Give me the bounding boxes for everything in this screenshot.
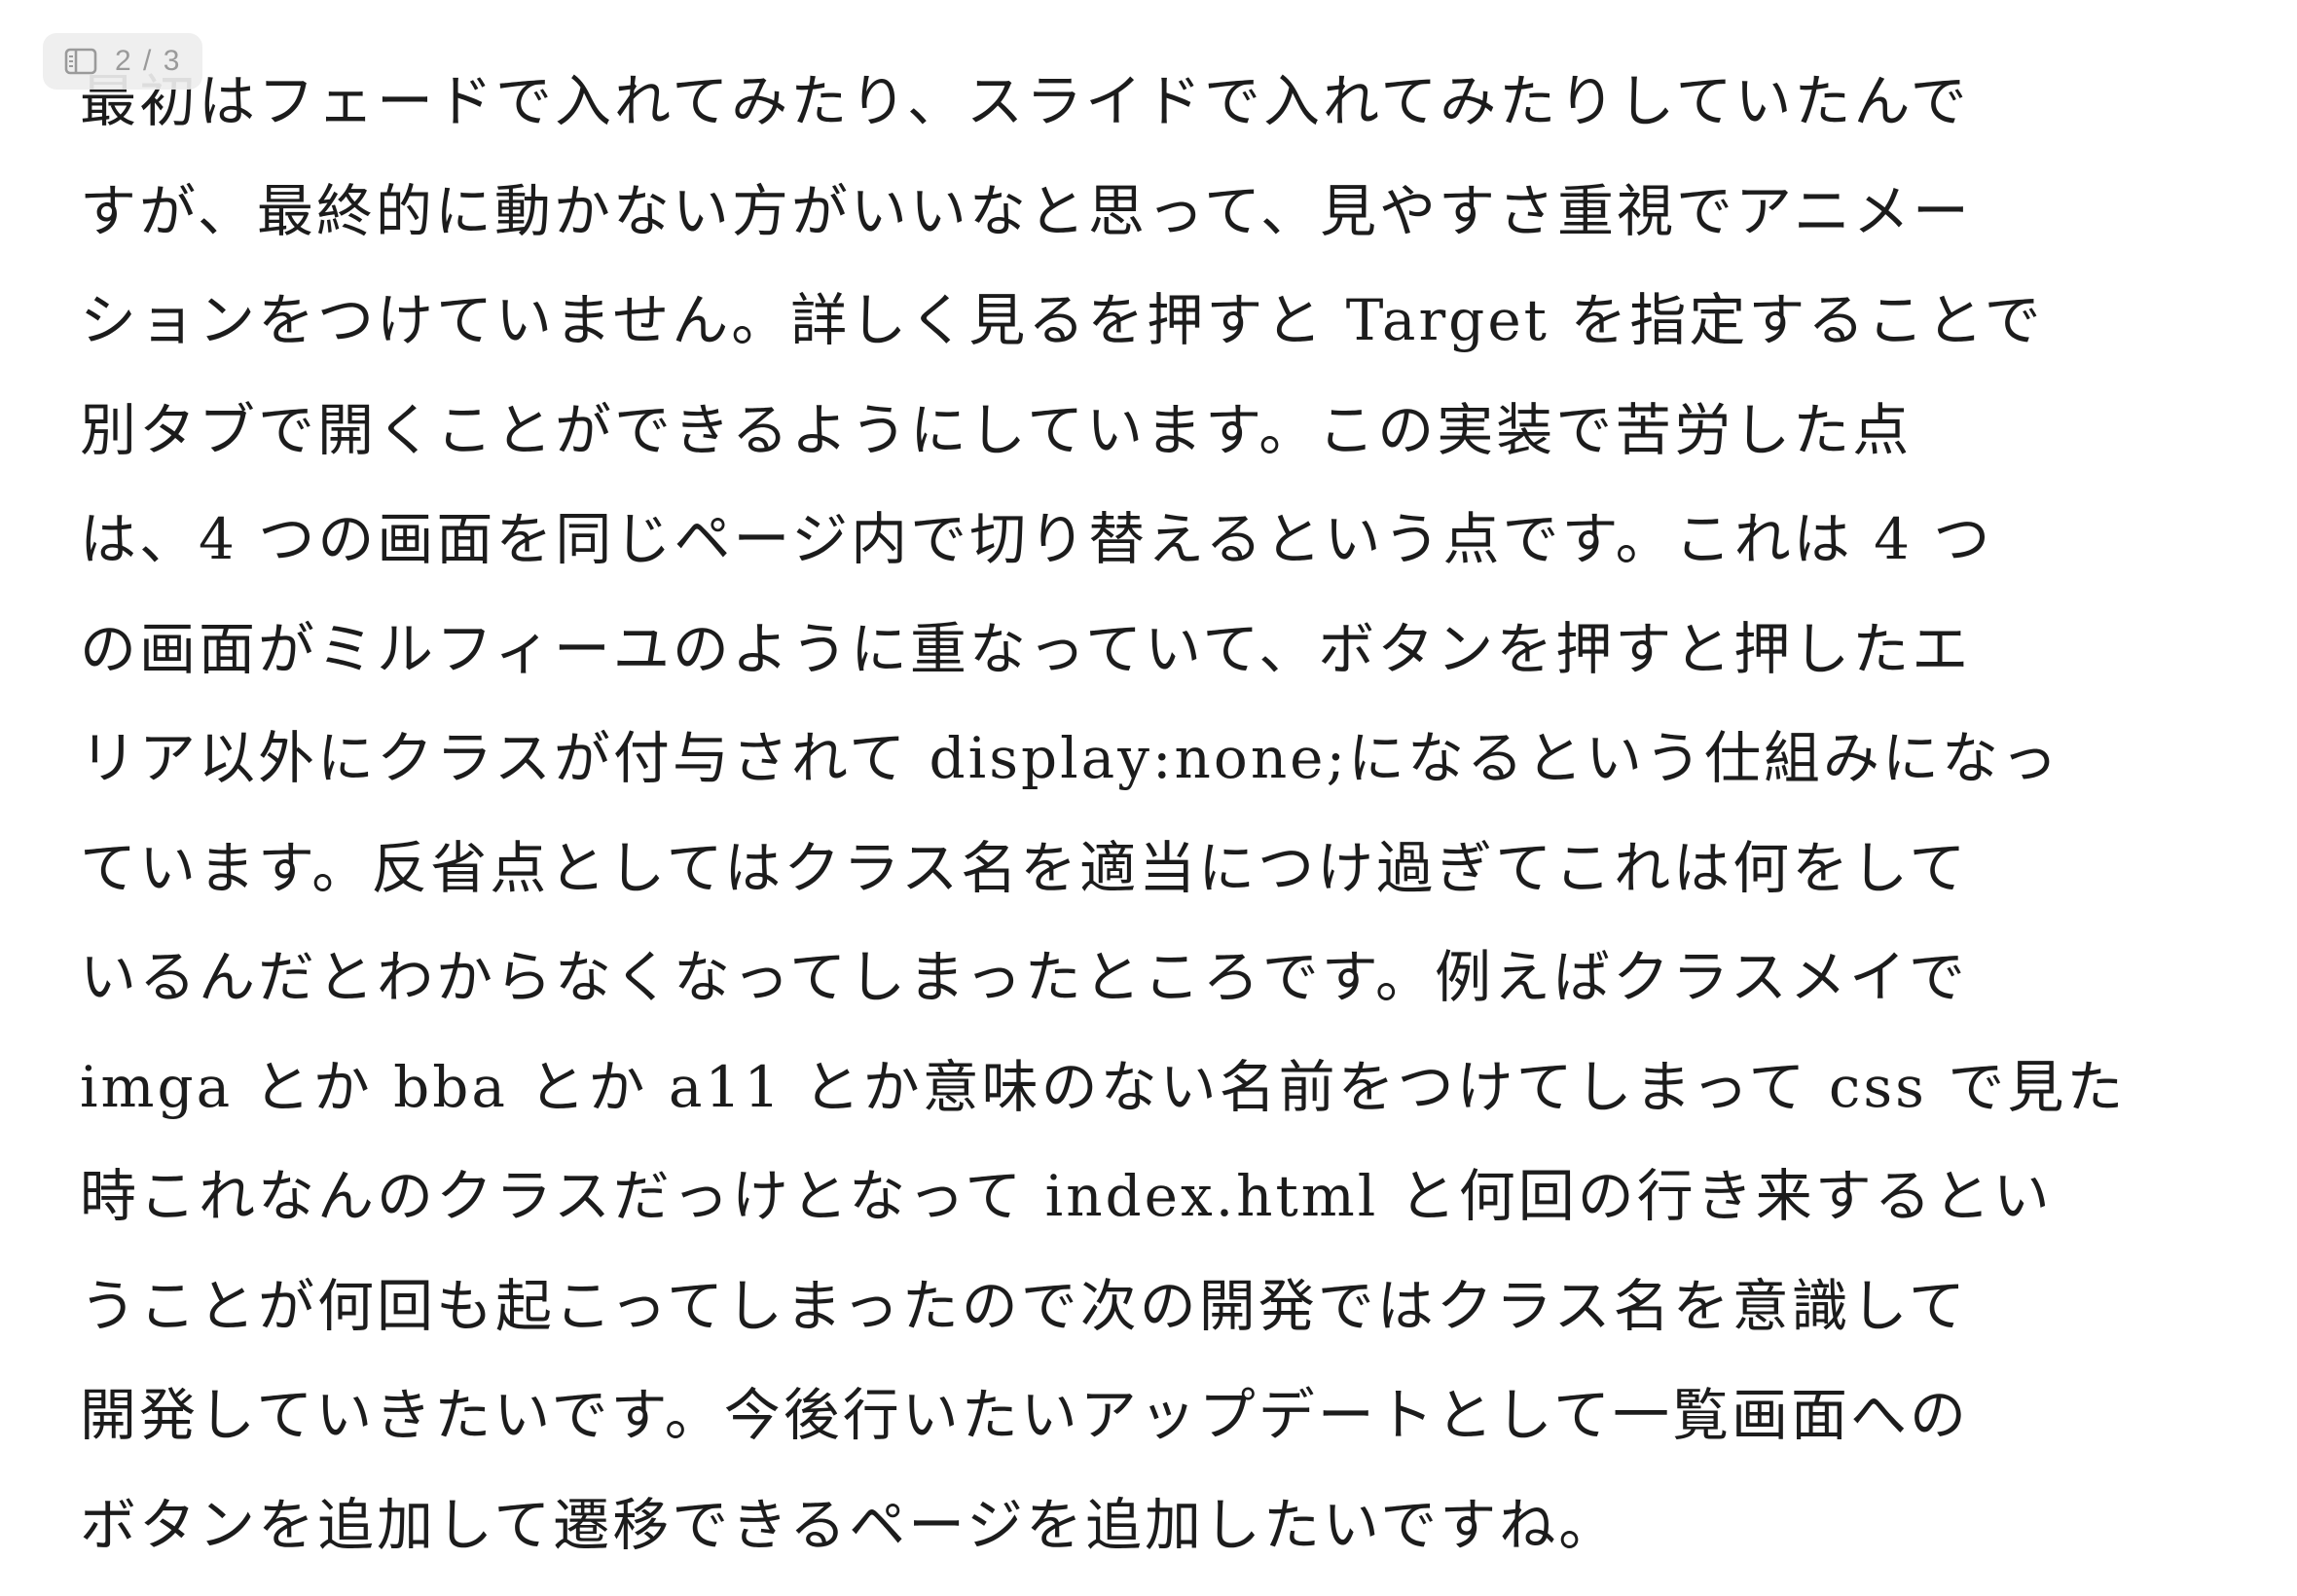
text-line: ています。反省点としてはクラス名を適当につけ過ぎてこれは何をして <box>80 834 1969 901</box>
text-line: imga とか bba とか a11 とか意味のない名前をつけてしまって css… <box>80 1053 2127 1120</box>
text-line: の画面がミルフィーユのように重なっていて、ボタンを押すと押したエ <box>80 615 1972 682</box>
text-line: は、4 つの画面を同じページ内で切り替えるという点です。これは 4 つ <box>80 506 1993 572</box>
text-line: ションをつけていません。詳しく見るを押すと Target を指定することで <box>80 287 2044 353</box>
text-line: うことが何回も起こってしまったので次の開発ではクラス名を意識して <box>80 1272 1968 1339</box>
page-indicator[interactable]: 2 / 3 <box>43 33 203 90</box>
document-page: 2 / 3 最初はフェードで入れてみたり、スライドで入れてみたりしていたんで す… <box>0 0 2297 1596</box>
text-line: リア以外にクラスが付与されて display:none;になるという仕組みになっ <box>80 725 2061 791</box>
text-line: 最初はフェードで入れてみたり、スライドで入れてみたりしていたんで <box>80 68 1970 134</box>
text-line: 別タブで開くことができるようにしています。この実装で苦労した点 <box>80 396 1913 463</box>
article-body: 最初はフェードで入れてみたり、スライドで入れてみたりしていたんで すが、最終的に… <box>80 47 2241 1579</box>
text-line: 時これなんのクラスだっけとなって index.html と何回の行き来するとい <box>80 1163 2053 1229</box>
sidebar-panel-icon <box>62 47 99 76</box>
text-line: すが、最終的に動かない方がいいなと思って、見やすさ重視でアニメー <box>80 177 1972 244</box>
text-line: いるんだとわからなくなってしまったところです。例えばクラスメイで <box>80 944 1968 1010</box>
text-line: ボタンを追加して遷移できるページを追加したいですね。 <box>80 1491 1619 1558</box>
text-line: 開発していきたいです。今後行いたいアップデートとして一覧画面への <box>80 1382 1969 1448</box>
page-count: 2 / 3 <box>115 45 182 77</box>
